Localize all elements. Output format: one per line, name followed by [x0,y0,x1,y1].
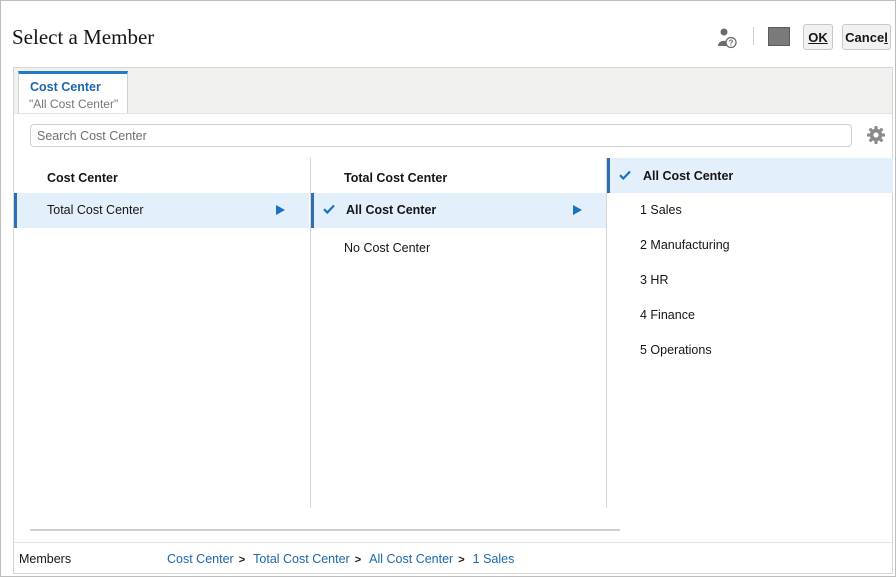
ok-button[interactable]: OK [803,24,833,50]
column-cost-center: Cost Center Total Cost Center [14,158,309,508]
list-item-label: Total Cost Center [47,203,144,217]
list-item[interactable]: No Cost Center [311,231,606,266]
list-item-label: 2 Manufacturing [640,238,730,252]
column-header: Total Cost Center [344,171,448,185]
cancel-label-mnemonic: l [884,29,888,45]
breadcrumb-item[interactable]: 1 Sales [473,552,515,566]
expand-arrow-icon[interactable] [573,205,582,215]
search-input[interactable] [31,125,851,146]
list-item[interactable]: 1 Sales [607,193,893,228]
breadcrumb-separator: > [238,554,246,566]
list-item-label: All Cost Center [346,203,437,217]
tab-value: "All Cost Center" [29,97,119,111]
list-item-label: No Cost Center [344,241,431,255]
dialog-title: Select a Member [12,25,155,49]
cancel-label: Cance [845,29,885,45]
toolbar-divider [753,27,754,45]
breadcrumb-separator: > [354,554,362,566]
footer-label: Members [19,552,72,566]
breadcrumb: Cost Center > Total Cost Center > All Cost C… [167,552,514,566]
breadcrumb-item[interactable]: Total Cost Center [253,552,350,566]
member-selector-panel: Cost Center "All Cost Center" Cost Cente… [13,67,893,574]
breadcrumb-item[interactable]: All Cost Center [369,552,453,566]
list-item-label: 1 Sales [640,203,682,217]
list-item[interactable]: 3 HR [607,263,893,298]
expand-arrow-icon[interactable] [276,205,285,215]
breadcrumb-separator: > [458,554,465,566]
column-header: All Cost Center [643,169,734,183]
horizontal-scrollbar[interactable] [30,529,620,531]
list-item-label: 5 Operations [640,343,712,357]
search-field[interactable] [30,124,852,147]
column-total-cost-center: Total Cost Center All Cost Center No Cos… [310,158,606,508]
select-member-dialog: Select a Member ? OK Cance l Cost Center … [0,0,896,577]
list-item-label: 3 HR [640,273,669,287]
checkmark-icon [323,204,335,214]
column-header: Cost Center [47,171,118,185]
list-item[interactable]: 4 Finance [607,298,893,333]
tab-cost-center[interactable]: Cost Center "All Cost Center" [18,71,128,113]
cancel-button[interactable]: Cance l [842,24,891,50]
square-icon[interactable] [768,27,790,46]
members-footer: Members Cost Center > Total Cost Center > Al… [14,542,892,574]
column-all-cost-center: All Cost Center 1 Sales 2 Manufacturing … [606,158,893,508]
dimension-tabstrip: Cost Center "All Cost Center" [14,68,892,114]
breadcrumb-item[interactable]: Cost Center [167,552,234,566]
user-help-icon[interactable]: ? [717,27,737,49]
checkmark-icon [619,170,631,180]
column-header-row[interactable]: All Cost Center [607,158,893,193]
list-item[interactable]: All Cost Center [311,193,606,228]
gear-icon[interactable] [866,125,886,145]
tab-label: Cost Center [30,80,101,94]
svg-text:?: ? [729,39,734,48]
list-item-label: 4 Finance [640,308,695,322]
list-item[interactable]: Total Cost Center [14,193,309,228]
list-item[interactable]: 5 Operations [607,333,893,368]
list-item[interactable]: 2 Manufacturing [607,228,893,263]
